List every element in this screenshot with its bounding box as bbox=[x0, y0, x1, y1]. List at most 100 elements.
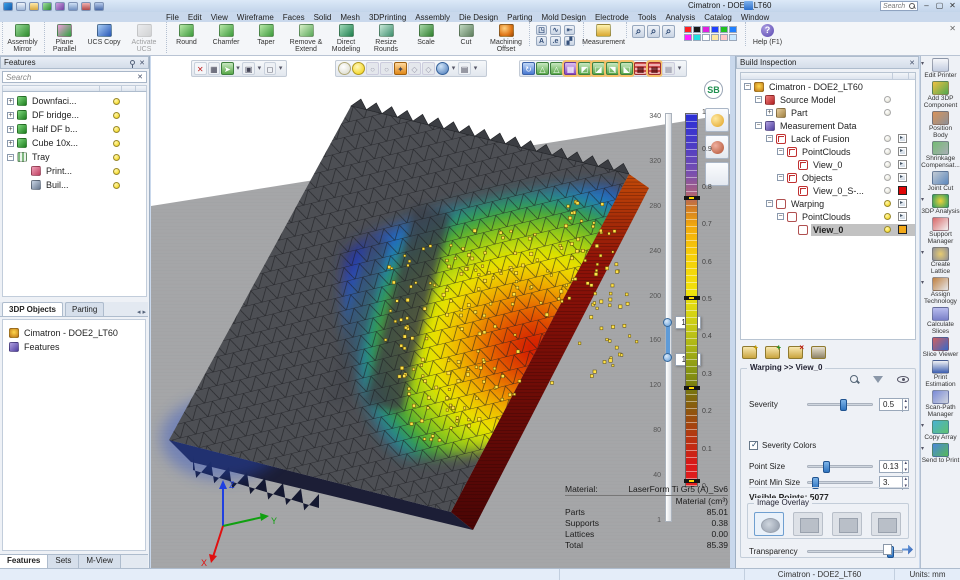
ribbon-button[interactable]: Direct Modeling bbox=[326, 22, 366, 53]
feature-row[interactable]: Print... bbox=[3, 164, 146, 178]
ribbon-button[interactable]: Assembly Mirror bbox=[2, 22, 42, 53]
feature-row[interactable]: + Half DF b... bbox=[3, 122, 146, 136]
mesh-sel4-icon[interactable]: ⬕ bbox=[620, 62, 633, 75]
range-handle-top[interactable] bbox=[663, 318, 672, 327]
dropdown-arrow-icon[interactable]: ▾ bbox=[921, 196, 924, 203]
locate-icon[interactable] bbox=[850, 375, 859, 384]
render-dropdown-icon[interactable]: ▾ bbox=[450, 62, 457, 75]
layer-range-selector[interactable]: 148 116 bbox=[666, 322, 670, 358]
node-label[interactable]: Warping bbox=[789, 198, 915, 210]
mesh-sel1-icon[interactable]: ◩ bbox=[578, 62, 591, 75]
severity-slider[interactable] bbox=[807, 403, 873, 406]
pick-dropdown-icon[interactable]: ▾ bbox=[256, 62, 263, 75]
inspection-tree-row[interactable]: View_0 bbox=[741, 158, 915, 171]
point-size-slider[interactable] bbox=[807, 465, 873, 468]
curve-tool-icon[interactable]: ∿ bbox=[550, 25, 561, 35]
visibility-bulb-icon[interactable] bbox=[884, 135, 891, 142]
overlay-circle-icon[interactable] bbox=[754, 512, 784, 536]
visibility-bulb-icon[interactable] bbox=[884, 161, 891, 168]
expander-icon[interactable] bbox=[21, 182, 28, 189]
zoom-window-icon[interactable]: ⌕ bbox=[647, 25, 660, 38]
node-label[interactable]: Measurement Data bbox=[778, 120, 915, 132]
menu-item[interactable]: Electrode bbox=[595, 13, 629, 22]
colorbar-marker[interactable] bbox=[684, 296, 700, 300]
bottom-tab[interactable]: Sets bbox=[48, 555, 79, 568]
export-icon[interactable] bbox=[902, 545, 913, 555]
add-inspection-icon[interactable] bbox=[765, 346, 780, 359]
expander-icon[interactable] bbox=[788, 187, 795, 194]
diamond-icon[interactable]: ◇ bbox=[408, 62, 421, 75]
open-icon[interactable] bbox=[29, 2, 39, 11]
toolbar-item[interactable]: Position Body bbox=[921, 111, 960, 139]
drag-hand-icon[interactable]: ✦ bbox=[394, 62, 407, 75]
expander-icon[interactable]: − bbox=[766, 200, 773, 207]
inspection-tree-row[interactable]: − PointClouds bbox=[741, 210, 915, 223]
range-handle-bottom[interactable] bbox=[663, 353, 672, 362]
maximize-button[interactable]: ▢ bbox=[933, 0, 946, 11]
features-search-input[interactable]: Search ✕ bbox=[2, 71, 147, 83]
frame-select-icon[interactable]: ▦ bbox=[208, 62, 221, 75]
expander-icon[interactable]: − bbox=[744, 83, 751, 90]
menu-item[interactable]: Window bbox=[741, 13, 769, 22]
expander-icon[interactable]: − bbox=[777, 174, 784, 181]
tools-dropdown-icon[interactable]: ▾ bbox=[676, 62, 683, 75]
objects-tab[interactable]: Parting bbox=[65, 302, 104, 316]
menu-item[interactable]: Tools bbox=[638, 13, 657, 22]
color-swatch[interactable] bbox=[702, 34, 710, 41]
annotation-icon[interactable]: ▞ bbox=[564, 36, 575, 46]
menu-item[interactable]: Edit bbox=[188, 13, 202, 22]
dropdown-arrow-icon[interactable]: ▾ bbox=[921, 422, 924, 429]
ribbon-button[interactable]: Remove & Extend bbox=[286, 22, 326, 53]
expander-icon[interactable]: − bbox=[755, 96, 762, 103]
expander-icon[interactable]: − bbox=[766, 135, 773, 142]
display-mode-icon[interactable] bbox=[898, 212, 907, 221]
model-tree-row[interactable]: Cimatron - DOE2_LT60 bbox=[3, 326, 145, 340]
color-swatch[interactable] bbox=[684, 34, 692, 41]
display-mode-icon[interactable] bbox=[898, 160, 907, 169]
menu-item[interactable]: Mesh bbox=[340, 13, 360, 22]
toolbar-item[interactable]: Calculate Slices bbox=[921, 307, 960, 335]
mesh-red2-icon[interactable]: ▦ bbox=[648, 62, 661, 75]
objects-tab[interactable]: 3DP Objects bbox=[2, 302, 63, 316]
toolbar-item[interactable]: Print Estimation bbox=[921, 360, 960, 388]
bottom-tab[interactable]: Features bbox=[0, 555, 48, 568]
expander-icon[interactable]: + bbox=[7, 140, 14, 147]
node-label[interactable]: Cimatron - DOE2_LT60 bbox=[767, 81, 915, 93]
dropdown-arrow-icon[interactable]: ▾ bbox=[921, 445, 924, 452]
mesh-sel3-icon[interactable]: ⬔ bbox=[606, 62, 619, 75]
menu-item[interactable]: View bbox=[211, 13, 228, 22]
box-select-icon[interactable]: ◻ bbox=[264, 62, 277, 75]
feature-label[interactable]: Print... bbox=[44, 165, 146, 177]
ribbon-button[interactable]: Round bbox=[166, 22, 206, 53]
visibility-bulb-icon[interactable] bbox=[884, 109, 891, 116]
snapshot-icon[interactable] bbox=[811, 346, 826, 359]
color-swatch[interactable] bbox=[693, 34, 701, 41]
feature-label[interactable]: Buil... bbox=[44, 179, 146, 191]
menu-item[interactable]: Mold Design bbox=[541, 13, 585, 22]
inspection-tree-row[interactable]: View_0_S-... bbox=[741, 184, 915, 197]
inspection-tree-row[interactable]: View_0 bbox=[741, 223, 915, 236]
visibility-bulb-icon[interactable] bbox=[113, 182, 120, 189]
visibility-bulb-icon[interactable] bbox=[113, 168, 120, 175]
mesh-red-icon[interactable]: ▦ bbox=[634, 62, 647, 75]
point-tool-icon[interactable]: .e bbox=[550, 36, 561, 46]
display-mode-icon[interactable] bbox=[898, 173, 907, 182]
toolbar-item[interactable]: ▾ Assign Technology bbox=[921, 277, 960, 305]
redo-icon[interactable] bbox=[55, 2, 65, 11]
clear-search-icon[interactable]: ✕ bbox=[137, 73, 143, 81]
toolbar-item[interactable]: ▾ 3DP Analysis bbox=[921, 194, 960, 215]
text-icon[interactable]: A bbox=[536, 36, 547, 46]
feature-row[interactable]: − Tray bbox=[3, 150, 146, 164]
ribbon-button[interactable]: Activate UCS bbox=[124, 22, 164, 53]
visibility-bulb-icon[interactable] bbox=[113, 140, 120, 147]
bottom-tab[interactable]: M-View bbox=[79, 555, 121, 568]
model-tree-row[interactable]: Features bbox=[3, 340, 145, 354]
expander-icon[interactable]: − bbox=[7, 154, 14, 161]
display-mode-icon[interactable] bbox=[898, 225, 907, 234]
feature-row[interactable]: + Downfaci... bbox=[3, 94, 146, 108]
inspection-tree-row[interactable]: − Measurement Data bbox=[741, 119, 915, 132]
colorbar-marker[interactable] bbox=[684, 479, 700, 483]
measurement-button[interactable]: Measurement bbox=[583, 22, 623, 46]
menu-item[interactable]: Catalog bbox=[704, 13, 732, 22]
menu-item[interactable]: Assembly bbox=[415, 13, 450, 22]
